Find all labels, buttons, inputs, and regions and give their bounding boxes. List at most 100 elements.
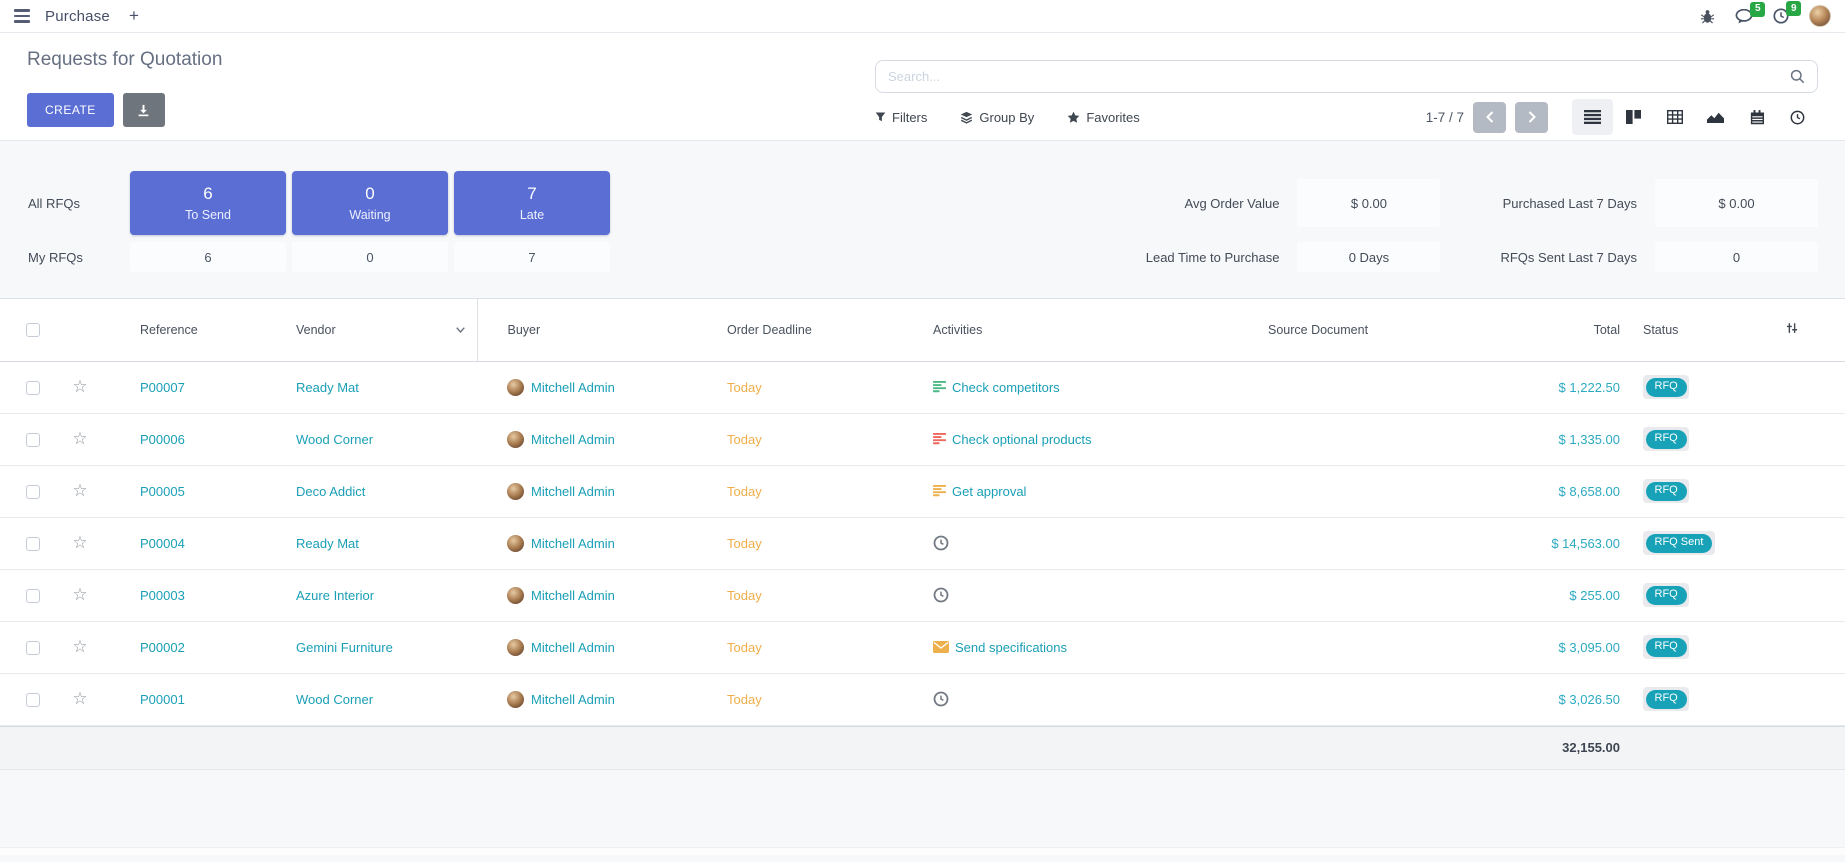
table-row[interactable]: ☆ P00007 Ready Mat Mitchell Admin Today … — [0, 361, 1845, 413]
favorite-star-icon[interactable]: ☆ — [72, 637, 87, 656]
export-download-button[interactable] — [123, 93, 165, 127]
vendor-link[interactable]: Ready Mat — [296, 536, 359, 551]
favorite-star-icon[interactable]: ☆ — [72, 533, 87, 552]
buyer-avatar — [507, 483, 524, 500]
favorites-button[interactable]: Favorites — [1067, 110, 1139, 125]
reference-link[interactable]: P00002 — [140, 640, 185, 655]
pivot-view-button[interactable] — [1654, 99, 1695, 135]
debug-bug-icon[interactable] — [1700, 9, 1715, 24]
activity-icon[interactable] — [933, 587, 949, 603]
favorite-star-icon[interactable]: ☆ — [72, 585, 87, 604]
row-checkbox[interactable] — [26, 589, 40, 603]
buyer-link[interactable]: Mitchell Admin — [531, 536, 615, 551]
favorite-star-icon[interactable]: ☆ — [72, 377, 87, 396]
reference-link[interactable]: P00005 — [140, 484, 185, 499]
buyer-avatar — [507, 431, 524, 448]
column-header-deadline[interactable]: Order Deadline — [697, 299, 903, 361]
graph-view-button[interactable] — [1695, 99, 1736, 135]
column-header-source[interactable]: Source Document — [1228, 299, 1528, 361]
new-tab-plus-icon[interactable]: + — [125, 6, 143, 26]
vendor-link[interactable]: Azure Interior — [296, 588, 374, 603]
group-by-button[interactable]: Group By — [960, 110, 1034, 125]
activity-view-button[interactable] — [1777, 99, 1818, 135]
activity-label[interactable]: Check optional products — [952, 432, 1091, 447]
activity-icon[interactable] — [933, 381, 946, 393]
table-row[interactable]: ☆ P00001 Wood Corner Mitchell Admin Toda… — [0, 673, 1845, 725]
activities-clock-icon[interactable]: 9 — [1773, 8, 1789, 24]
column-header-activities[interactable]: Activities — [903, 299, 1228, 361]
favorite-star-icon[interactable]: ☆ — [72, 481, 87, 500]
row-checkbox[interactable] — [26, 381, 40, 395]
buyer-link[interactable]: Mitchell Admin — [531, 692, 615, 707]
kpi-late-button[interactable]: 7 Late — [454, 171, 610, 235]
activity-label[interactable]: Check competitors — [952, 380, 1060, 395]
favorite-star-icon[interactable]: ☆ — [72, 689, 87, 708]
row-checkbox[interactable] — [26, 485, 40, 499]
my-waiting-cell[interactable]: 0 — [292, 242, 448, 272]
buyer-link[interactable]: Mitchell Admin — [531, 640, 615, 655]
vendor-link[interactable]: Wood Corner — [296, 692, 373, 707]
filters-button[interactable]: Filters — [875, 110, 927, 125]
column-header-vendor[interactable]: Vendor — [266, 299, 477, 361]
reference-link[interactable]: P00007 — [140, 380, 185, 395]
activity-icon[interactable] — [933, 641, 949, 653]
buyer-link[interactable]: Mitchell Admin — [531, 484, 615, 499]
search-box[interactable] — [875, 60, 1818, 93]
column-header-buyer[interactable]: Buyer — [477, 299, 697, 361]
column-header-reference[interactable]: Reference — [110, 299, 266, 361]
activity-icon[interactable] — [933, 433, 946, 445]
list-view-button[interactable] — [1572, 99, 1613, 135]
table-row[interactable]: ☆ P00004 Ready Mat Mitchell Admin Today … — [0, 517, 1845, 569]
buyer-link[interactable]: Mitchell Admin — [531, 588, 615, 603]
graph-view-icon — [1707, 111, 1724, 123]
table-row[interactable]: ☆ P00002 Gemini Furniture Mitchell Admin… — [0, 621, 1845, 673]
calendar-view-button[interactable] — [1736, 99, 1777, 135]
vendor-link[interactable]: Gemini Furniture — [296, 640, 393, 655]
buyer-avatar — [507, 639, 524, 656]
select-all-checkbox[interactable] — [26, 323, 40, 337]
user-avatar[interactable] — [1809, 5, 1831, 27]
table-row[interactable]: ☆ P00006 Wood Corner Mitchell Admin Toda… — [0, 413, 1845, 465]
row-checkbox[interactable] — [26, 693, 40, 707]
total-amount: $ 14,563.00 — [1551, 536, 1620, 551]
column-header-status[interactable]: Status — [1628, 299, 1785, 361]
row-checkbox[interactable] — [26, 641, 40, 655]
buyer-link[interactable]: Mitchell Admin — [531, 432, 615, 447]
activity-view-icon — [1790, 110, 1805, 125]
pager-previous-button[interactable] — [1473, 102, 1506, 133]
app-menu-title[interactable]: Purchase — [45, 8, 110, 25]
search-input[interactable] — [888, 69, 1790, 84]
create-button[interactable]: CREATE — [27, 93, 114, 127]
reference-link[interactable]: P00006 — [140, 432, 185, 447]
activity-label[interactable]: Send specifications — [955, 640, 1067, 655]
vendor-link[interactable]: Ready Mat — [296, 380, 359, 395]
kpi-waiting-button[interactable]: 0 Waiting — [292, 171, 448, 235]
row-checkbox[interactable] — [26, 433, 40, 447]
reference-link[interactable]: P00003 — [140, 588, 185, 603]
activity-icon[interactable] — [933, 485, 946, 497]
buyer-link[interactable]: Mitchell Admin — [531, 380, 615, 395]
column-header-total[interactable]: Total — [1528, 299, 1628, 361]
my-to-send-cell[interactable]: 6 — [130, 242, 286, 272]
activity-icon[interactable] — [933, 535, 949, 551]
reference-link[interactable]: P00001 — [140, 692, 185, 707]
kanban-view-button[interactable] — [1613, 99, 1654, 135]
table-row[interactable]: ☆ P00003 Azure Interior Mitchell Admin T… — [0, 569, 1845, 621]
apps-menu-icon[interactable] — [14, 9, 30, 22]
my-late-cell[interactable]: 7 — [454, 242, 610, 272]
optional-columns-icon[interactable] — [1785, 321, 1799, 335]
total-amount: $ 1,222.50 — [1559, 380, 1620, 395]
vendor-link[interactable]: Wood Corner — [296, 432, 373, 447]
activity-icon[interactable] — [933, 691, 949, 707]
activity-label[interactable]: Get approval — [952, 484, 1026, 499]
messages-icon[interactable]: 5 — [1735, 9, 1753, 24]
pager-next-button[interactable] — [1515, 102, 1548, 133]
row-checkbox[interactable] — [26, 537, 40, 551]
favorites-star-icon — [1067, 111, 1080, 124]
table-row[interactable]: ☆ P00005 Deco Addict Mitchell Admin Toda… — [0, 465, 1845, 517]
favorite-star-icon[interactable]: ☆ — [72, 429, 87, 448]
vendor-link[interactable]: Deco Addict — [296, 484, 365, 499]
reference-link[interactable]: P00004 — [140, 536, 185, 551]
total-amount: $ 3,026.50 — [1559, 692, 1620, 707]
kpi-to-send-button[interactable]: 6 To Send — [130, 171, 286, 235]
